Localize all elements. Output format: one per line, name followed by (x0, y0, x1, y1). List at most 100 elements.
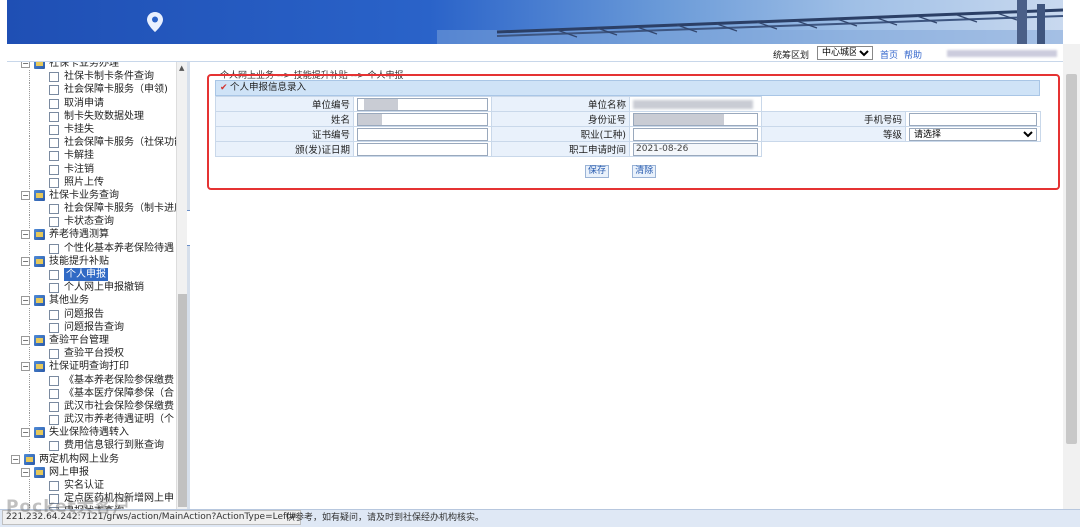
tree-folder[interactable]: − 技能提升补贴 (7, 255, 179, 268)
page-icon (49, 283, 59, 294)
clear-button[interactable]: 清除 (632, 165, 657, 178)
tree-folder[interactable]: − 社保卡业务办理 (7, 62, 179, 70)
collapse-toggle-icon[interactable]: − (11, 454, 20, 464)
tree-connector (29, 202, 30, 216)
area-select[interactable]: 中心城区 (817, 46, 873, 60)
tree-item[interactable]: 制卡失败数据处理 (7, 109, 179, 123)
level-label: 等级 (761, 126, 906, 142)
page-icon (49, 85, 59, 96)
id-no-label: 身份证号 (491, 111, 630, 127)
tree-item[interactable]: 费用信息银行到账查询 (7, 439, 179, 453)
collapse-toggle-icon[interactable]: − (21, 296, 30, 306)
tree-item[interactable]: 社保卡制卡条件查询 (7, 70, 179, 84)
tree-folder[interactable]: − 失业保险待遇转入 (7, 426, 179, 439)
main-scrollbar[interactable] (1063, 44, 1080, 509)
tree-item[interactable]: 《基本医疗保障参保（合 (7, 386, 179, 400)
watermark: Pocket大客户 (6, 497, 131, 517)
collapse-toggle-icon[interactable]: − (21, 362, 30, 372)
tree-folder-label: 失业保险待遇转入 (49, 427, 129, 439)
save-button[interactable]: 保存 (585, 165, 610, 178)
tree-item-label: 卡挂失 (64, 123, 94, 135)
tree-folder[interactable]: − 网上申报 (7, 466, 179, 479)
tree-item[interactable]: 社会保障卡服务（申领) (7, 83, 179, 97)
apply-time-label: 职工申请时间 (491, 141, 630, 157)
collapse-toggle-icon[interactable]: − (21, 230, 30, 240)
id-no-input[interactable] (633, 112, 758, 126)
folder-book-icon (34, 334, 45, 346)
scroll-up-icon[interactable]: ▲ (179, 64, 184, 72)
tree-folder[interactable]: − 查验平台管理 (7, 334, 179, 347)
tree-folder[interactable]: − 其他业务 (7, 294, 179, 307)
tree-item[interactable]: 卡状态查询 (7, 215, 179, 229)
tree-item[interactable]: 实名认证 (7, 479, 179, 492)
tree-folder[interactable]: − 两定机构网上业务 (7, 453, 179, 466)
tree-folder-label: 养老待遇测算 (49, 229, 109, 241)
tree-connector (29, 162, 30, 176)
form-panel: ✔ 个人申报信息录入 单位编号 单位名称 姓名 身份证号 手机号码 证书编号 职… (215, 80, 1041, 158)
tree-item-label: 个人申报 (64, 268, 108, 281)
tree-item[interactable]: 社会保障卡服务（社保功能 (7, 136, 184, 150)
tree-item[interactable]: 问题报告 (7, 307, 179, 321)
tree-item-label: 个人网上申报撤销 (64, 282, 144, 294)
tree-connector (29, 96, 30, 110)
main-scroll-thumb[interactable] (1066, 74, 1077, 444)
tree-folder[interactable]: − 社保卡业务查询 (7, 189, 179, 202)
tree-item[interactable]: 社会保障卡服务（制卡进度 (7, 202, 184, 216)
tree-item[interactable]: 问题报告查询 (7, 320, 179, 334)
unit-no-input[interactable] (357, 97, 488, 111)
tree-item-label: 问题报告查询 (64, 321, 124, 333)
tree-item[interactable]: 个人网上申报撤销 (7, 281, 179, 295)
tree-list: − 社保卡业务办理 社保卡制卡条件查询 社会保障卡服务（申领) 取消申请 制卡失败数据处理… (7, 62, 184, 509)
occupation-input[interactable] (633, 127, 758, 141)
tree-item[interactable]: 个人申报 (7, 268, 179, 281)
tree-folder[interactable]: − 养老待遇测算 (7, 228, 179, 241)
tree-item[interactable]: 个性化基本养老保险待遇 (7, 241, 179, 255)
collapse-toggle-icon[interactable]: − (21, 467, 30, 477)
panel-header: ✔ 个人申报信息录入 (215, 80, 1040, 96)
sidebar-scroll-thumb[interactable] (178, 294, 187, 507)
home-link[interactable]: 首页 (880, 48, 898, 61)
tree-item[interactable]: 卡挂失 (7, 122, 179, 136)
collapse-toggle-icon[interactable]: − (21, 335, 30, 345)
page-icon (49, 151, 59, 162)
tree-item[interactable]: 取消申请 (7, 96, 179, 110)
tree-item[interactable]: 卡注销 (7, 162, 179, 176)
tree-item[interactable]: 武汉市养老待遇证明（个 (7, 413, 179, 427)
tree-connector (29, 281, 30, 295)
tree-connector (29, 175, 30, 189)
collapse-toggle-icon[interactable]: − (21, 256, 30, 266)
tree-item-label: 照片上传 (64, 176, 104, 188)
collapse-toggle-icon[interactable]: − (21, 190, 30, 200)
tree-connector (29, 386, 30, 400)
area-label: 统筹区划 (773, 51, 810, 61)
issue-date-input[interactable] (357, 142, 488, 156)
panel-title: 个人申报信息录入 (230, 82, 307, 93)
folder-book-icon (34, 466, 45, 478)
tree-item[interactable]: 照片上传 (7, 175, 179, 189)
tree-item[interactable]: 查验平台授权 (7, 347, 179, 361)
cert-no-input[interactable] (357, 127, 488, 141)
apply-time-input (633, 142, 758, 156)
tree-item-label: 《基本养老保险参保缴费 (64, 374, 174, 386)
unit-name-label: 单位名称 (491, 96, 630, 112)
tree-folder[interactable]: − 社保证明查询打印 (7, 360, 179, 373)
phone-input[interactable] (909, 112, 1037, 126)
level-select[interactable]: 请选择 (909, 127, 1037, 141)
tree-item[interactable]: 《基本养老保险参保缴费 (7, 373, 179, 387)
folder-book-icon (34, 361, 45, 373)
sidebar-scrollbar[interactable]: ▲ (176, 62, 187, 509)
help-link[interactable]: 帮助 (904, 48, 922, 61)
tree-item-label: 问题报告 (64, 308, 104, 320)
tree-item[interactable]: 武汉市社会保险参保缴费 (7, 399, 179, 413)
tree-connector (29, 307, 30, 321)
page-icon (49, 388, 59, 399)
page-icon (49, 72, 59, 83)
tree-connector (29, 439, 30, 453)
tree-item[interactable]: 卡解挂 (7, 149, 179, 163)
folder-book-icon (34, 229, 45, 241)
name-input[interactable] (357, 112, 488, 126)
collapse-toggle-icon[interactable]: − (21, 62, 30, 68)
collapse-toggle-icon[interactable]: − (21, 428, 30, 438)
tree-item-label: 《基本医疗保障参保（合 (64, 387, 174, 399)
tree-item-label: 社保卡制卡条件查询 (64, 71, 154, 83)
